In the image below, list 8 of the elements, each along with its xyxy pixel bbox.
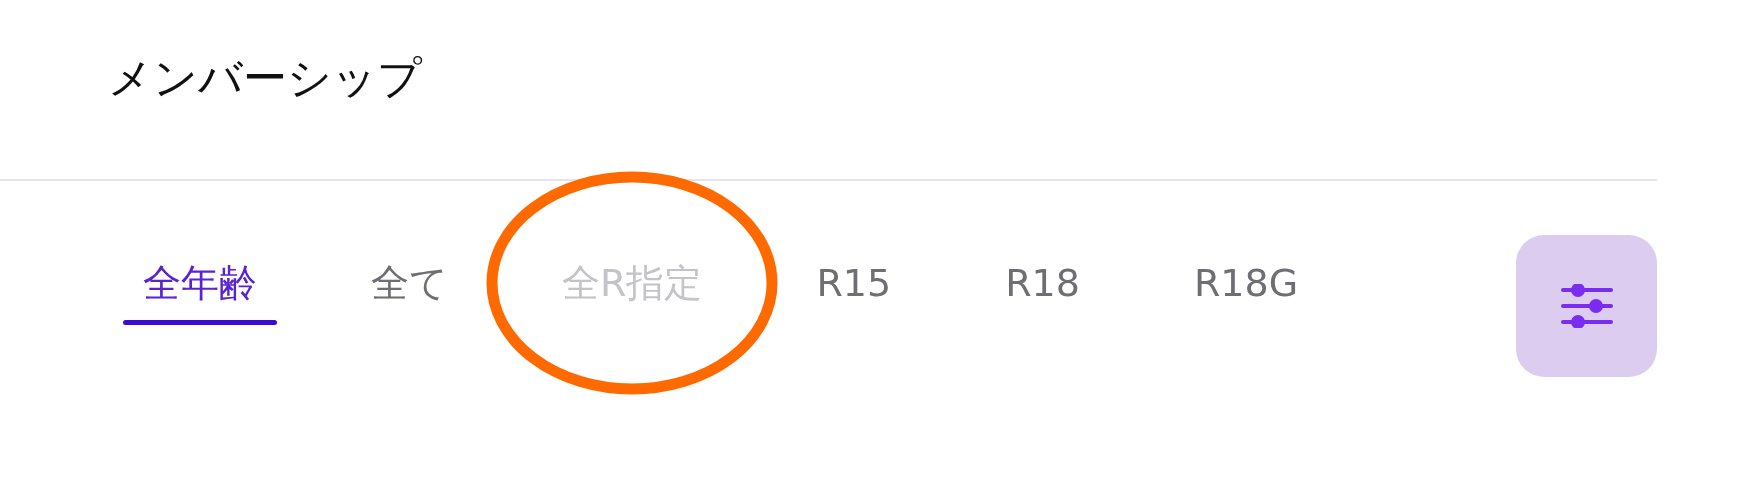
filter-tab[interactable]: R18G [1173,243,1319,323]
page-title: メンバーシップ [107,51,423,105]
filter-tab[interactable]: 全て [351,243,468,323]
filter-tab[interactable]: R15 [796,243,912,323]
sliders-icon [1559,284,1614,328]
filter-button[interactable] [1516,235,1657,377]
filter-tab[interactable]: 全年齢 [123,243,277,323]
filter-tab[interactable]: R18 [985,243,1100,323]
